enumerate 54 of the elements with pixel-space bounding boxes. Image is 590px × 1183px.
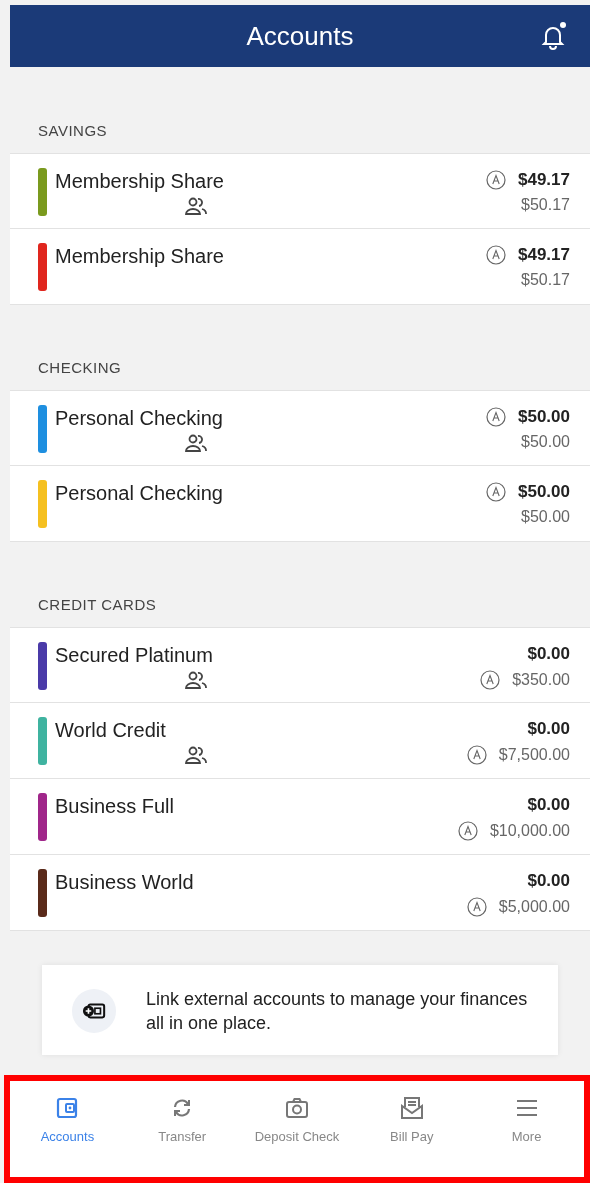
account-row[interactable]: Personal Checking $50.00 $50.00 — [10, 466, 590, 542]
autopay-icon — [457, 821, 478, 841]
available-balance: $5,000.00 — [498, 898, 570, 916]
balance: $49.17 — [518, 245, 570, 265]
account-name: Business World — [55, 871, 194, 894]
available-balance: $7,500.00 — [498, 746, 570, 764]
account-row[interactable]: Business World $0.00 $5,000.00 — [10, 855, 590, 931]
available-balance: $350.00 — [512, 671, 570, 689]
autopay-icon — [466, 897, 487, 917]
account-name: Personal Checking — [55, 482, 223, 505]
available-balance: $50.00 — [521, 508, 570, 526]
account-row[interactable]: Secured Platinum $0.00 $350.00 — [10, 627, 590, 703]
account-row[interactable]: World Credit $0.00 $7,500.00 — [10, 703, 590, 779]
account-row[interactable]: Membership Share $49.17 $50.17 — [10, 229, 590, 305]
account-row[interactable]: Personal Checking $50.00 $50.00 — [10, 390, 590, 466]
autopay-icon — [480, 670, 501, 690]
autopay-icon — [486, 482, 506, 502]
tab[interactable]: Bill Pay — [354, 1081, 470, 1177]
link-accounts-card[interactable]: Link external accounts to manage your finances all in one place. — [42, 965, 558, 1055]
balance: $0.00 — [527, 719, 570, 739]
account-name: Membership Share — [55, 245, 224, 268]
account-row[interactable]: Business Full $0.00 $10,000.00 — [10, 779, 590, 855]
autopay-icon — [486, 407, 506, 427]
link-account-icon — [72, 989, 116, 1033]
account-name: Personal Checking — [55, 407, 223, 430]
section-heading: SAVINGS — [37, 121, 109, 141]
balance: $0.00 — [527, 871, 570, 891]
account-name: Business Full — [55, 795, 174, 818]
section-heading: CREDIT CARDS — [37, 595, 158, 615]
link-accounts-text: Link external accounts to manage your finances all in one place. — [146, 988, 529, 1035]
camera-icon — [284, 1095, 310, 1121]
available-balance: $10,000.00 — [489, 822, 570, 840]
available-balance: $50.17 — [521, 271, 570, 289]
section-heading: CHECKING — [37, 358, 123, 378]
autopay-icon — [486, 170, 506, 190]
tab[interactable]: Transfer — [124, 1081, 240, 1177]
balance: $49.17 — [518, 170, 570, 190]
balance: $50.00 — [518, 407, 570, 427]
account-name: Membership Share — [55, 170, 224, 193]
tab[interactable]: Deposit Check — [239, 1081, 355, 1177]
available-balance: $50.00 — [521, 433, 570, 451]
balance: $0.00 — [527, 644, 570, 664]
bill-icon — [398, 1095, 425, 1121]
balance: $50.00 — [518, 482, 570, 502]
autopay-icon — [486, 245, 506, 265]
tab[interactable]: More — [469, 1081, 584, 1177]
account-row[interactable]: Membership Share $49.17 $50.17 — [10, 153, 590, 229]
available-balance: $50.17 — [521, 196, 570, 214]
account-name: World Credit — [55, 719, 167, 742]
autopay-icon — [466, 745, 487, 765]
page-title: Accounts — [246, 20, 354, 52]
account-name: Secured Platinum — [55, 644, 213, 667]
tab[interactable]: Accounts — [10, 1081, 125, 1177]
balance: $0.00 — [527, 795, 570, 815]
